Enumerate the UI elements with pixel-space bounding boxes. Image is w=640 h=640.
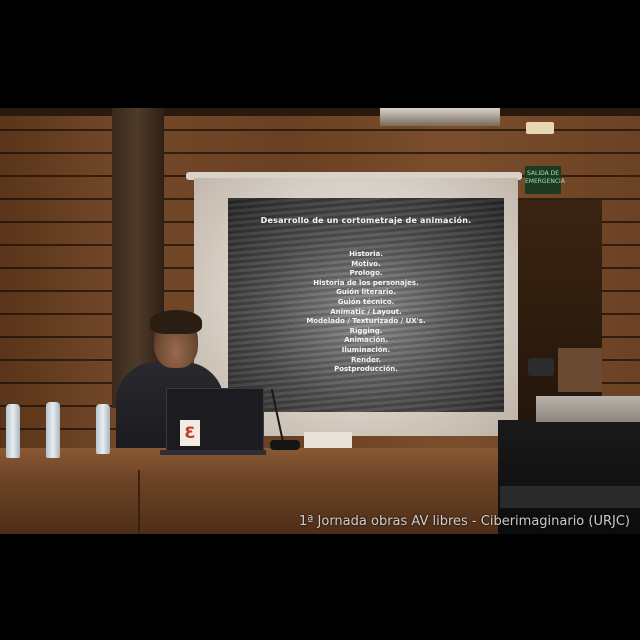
camera (528, 358, 554, 376)
photo-caption: 1ª Jornada obras AV libres - Ciberimagin… (299, 514, 630, 529)
slide-item: Rigging. (349, 326, 383, 335)
slide-item: Render. (351, 355, 381, 364)
ceiling (0, 108, 640, 116)
slide-item: Postproducción. (334, 365, 398, 374)
slide-item: Motivo. (351, 259, 381, 268)
emergency-light (526, 122, 554, 134)
slide-item: Iluminación. (341, 345, 391, 354)
slide-item: Prologo. (349, 269, 383, 278)
ceiling-light (380, 108, 500, 126)
slide-item: Guión literario. (336, 288, 396, 297)
projector (536, 396, 640, 422)
presenter-hair (150, 310, 202, 334)
nameplate (304, 432, 352, 448)
slide-item: Guión técnico. (337, 297, 395, 306)
slide-item: Historia. (349, 250, 383, 258)
projector-shelf (500, 486, 640, 508)
slide-item: Modelado / Texturizado / UX's. (306, 317, 426, 326)
desk-seam (138, 470, 140, 534)
water-bottle (46, 402, 60, 458)
slide-item: Animación. (344, 336, 388, 345)
exit-sign: SALIDA DE EMERGENCIA (525, 166, 565, 194)
water-bottle (96, 404, 110, 454)
slide-item: Historia de los personajes. (313, 278, 419, 287)
slide-item: Animatic / Layout. (330, 307, 402, 316)
water-bottle (6, 404, 20, 458)
microphone-base (270, 440, 300, 450)
laptop-base (160, 450, 266, 455)
laptop-sticker: Ɛ (180, 420, 200, 446)
slide-list: Historia. Motivo. Prologo. Historia de l… (228, 250, 504, 375)
slide-title: Desarrollo de un cortometraje de animaci… (260, 216, 472, 225)
cabinet (558, 348, 602, 392)
projected-slide: Desarrollo de un cortometraje de animaci… (228, 198, 504, 412)
